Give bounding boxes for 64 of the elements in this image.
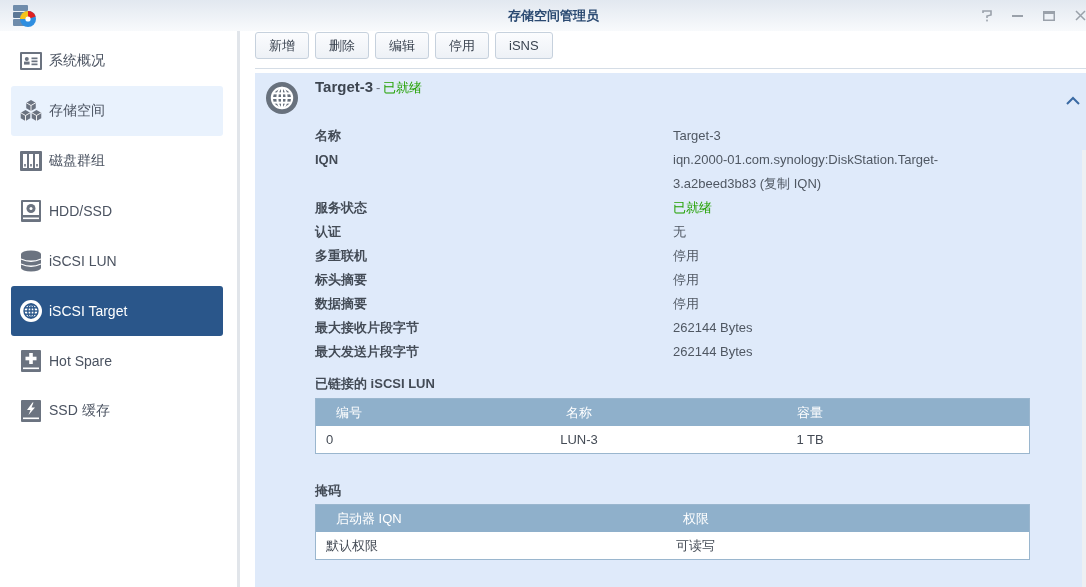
property-value: iqn.2000-01.com.synology:DiskStation.Target-3.a2beed3b83 (复制 IQN): [673, 151, 940, 193]
sidebar-item[interactable]: Hot Spare: [11, 336, 223, 386]
property-value: 停用: [673, 271, 699, 289]
sidebar-item[interactable]: iSCSI LUN: [11, 236, 223, 286]
status-text: 已就绪: [383, 80, 423, 95]
property-value: Target-3: [673, 127, 721, 145]
sidebar-item[interactable]: HDD/SSD: [11, 186, 223, 236]
toolbar-button[interactable]: 删除: [315, 32, 369, 59]
sidebar-item[interactable]: iSCSI Target: [11, 286, 223, 336]
window-title: 存储空间管理员: [507, 6, 599, 25]
property-label: 认证: [315, 223, 341, 241]
cubes-icon: [20, 100, 42, 122]
column-header: 编号: [336, 404, 362, 420]
sidebar-item[interactable]: 系统概况: [11, 36, 223, 86]
sidebar-item[interactable]: 磁盘群组: [11, 136, 223, 186]
column-header: 启动器 IQN: [336, 510, 402, 526]
property-label: 最大接收片段字节: [315, 319, 419, 337]
property-value: 停用: [673, 247, 699, 265]
maximize-icon[interactable]: [1043, 10, 1055, 21]
toolbar-button[interactable]: 新增: [255, 32, 309, 59]
close-icon[interactable]: [1075, 10, 1086, 21]
copy-iqn-link[interactable]: (复制 IQN): [759, 176, 822, 191]
section-title: 已链接的 iSCSI LUN: [315, 376, 436, 392]
table-cell: 1 TB: [796, 432, 824, 447]
status-text: 已就绪: [673, 199, 712, 217]
column-header: 容量: [797, 404, 823, 420]
globe-icon: [20, 300, 42, 322]
table-row[interactable]: 默认权限 可读写: [316, 532, 1029, 559]
property-label: 服务状态: [315, 199, 367, 217]
target-name: Target-3: [315, 78, 374, 95]
section-title: 掩码: [315, 483, 342, 499]
help-icon[interactable]: [982, 9, 992, 22]
toolbar-button[interactable]: 停用: [435, 32, 489, 59]
drive-bays-icon: [20, 150, 42, 172]
table-cell: LUN-3: [560, 432, 598, 447]
chevron-up-icon[interactable]: [1066, 96, 1080, 105]
property-value: 262144 Bytes: [673, 319, 753, 337]
sidebar-item[interactable]: 存储空间: [11, 86, 223, 136]
toolbar-button[interactable]: 编辑: [375, 32, 429, 59]
table-cell: 可读写: [676, 537, 715, 553]
property-label: 最大发送片段字节: [315, 343, 419, 361]
id-card-icon: [20, 50, 42, 72]
property-label: 数据摘要: [315, 295, 367, 313]
globe-icon: [266, 82, 298, 114]
table-row[interactable]: 0 LUN-3 1 TB: [316, 426, 1029, 453]
property-label: 标头摘要: [315, 271, 367, 289]
property-value: 262144 Bytes: [673, 343, 753, 361]
property-label: 多重联机: [315, 247, 367, 265]
property-value: 无: [673, 223, 686, 241]
toolbar-button[interactable]: iSNS: [495, 32, 553, 59]
sidebar-item[interactable]: SSD 缓存: [11, 386, 223, 436]
database-icon: [20, 250, 42, 272]
title-separator: -: [376, 80, 381, 95]
lightning-drive-icon: [20, 400, 42, 422]
app-icon: [12, 3, 36, 28]
table-cell: 0: [326, 432, 334, 447]
property-label: 名称: [315, 127, 341, 145]
column-header: 权限: [682, 510, 709, 526]
drive-plus-icon: [20, 350, 42, 372]
property-value: 停用: [673, 295, 699, 313]
table-cell: 默认权限: [326, 537, 378, 553]
minimize-icon[interactable]: [1012, 14, 1023, 17]
property-label: IQN: [315, 151, 339, 169]
column-header: 名称: [566, 404, 592, 420]
